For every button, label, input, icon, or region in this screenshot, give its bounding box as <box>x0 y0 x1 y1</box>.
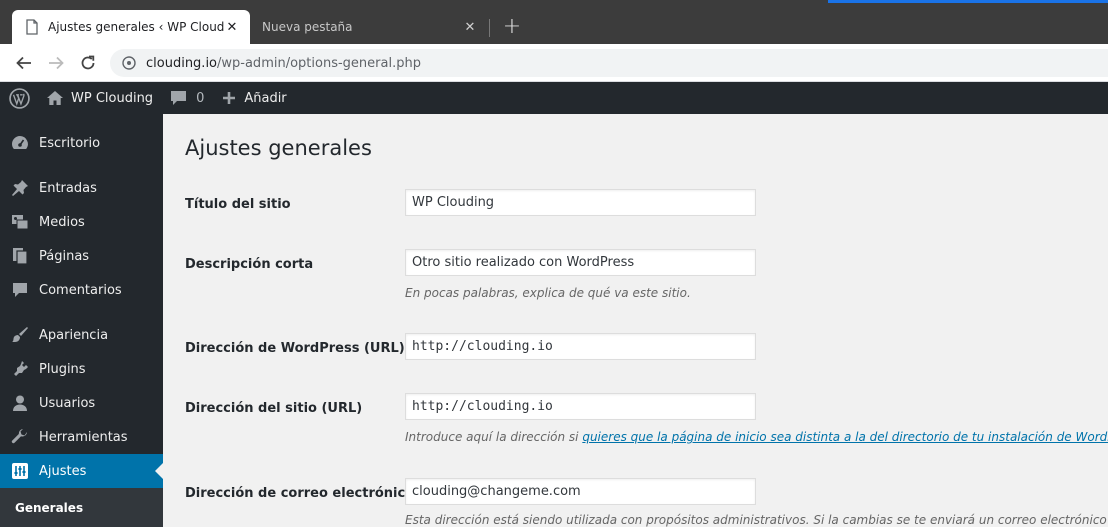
browser-tabstrip: Ajustes generales ‹ WP Clouding ✕ Nueva … <box>0 0 1108 44</box>
sidebar-item-usuarios[interactable]: Usuarios <box>0 386 163 420</box>
brush-icon <box>10 325 30 345</box>
sidebar-item-label: Escritorio <box>39 135 101 151</box>
admin-email-description: Esta dirección está siendo utilizada con… <box>405 513 1108 527</box>
site-url-input[interactable]: http://clouding.io <box>405 393 756 420</box>
wordpress-url-input[interactable]: http://clouding.io <box>405 333 756 360</box>
user-icon <box>10 393 30 413</box>
url-domain: clouding.io <box>146 55 218 71</box>
comments-link[interactable]: 0 <box>170 82 204 114</box>
sidebar-item-label: Apariencia <box>39 327 109 343</box>
close-tab-icon[interactable]: ✕ <box>224 19 240 35</box>
wordpress-logo-icon[interactable] <box>9 82 31 114</box>
reload-icon <box>81 55 95 70</box>
tab-nueva-pestana[interactable]: Nueva pestaña ✕ <box>252 10 488 44</box>
pushpin-icon <box>10 178 30 198</box>
tagline-input[interactable]: Otro sitio realizado con WordPress <box>405 249 756 276</box>
plug-icon <box>10 359 30 379</box>
tagline-description: En pocas palabras, explica de qué va est… <box>405 286 691 300</box>
home-icon <box>47 91 63 105</box>
sidebar-item-label: Comentarios <box>39 282 122 298</box>
new-tab-button[interactable]: + <box>500 15 524 39</box>
sidebar-item-label: Entradas <box>39 180 97 196</box>
pages-icon <box>10 246 30 266</box>
settings-icon <box>10 461 30 481</box>
sidebar-item-label: Usuarios <box>39 395 96 411</box>
sidebar-item-apariencia[interactable]: Apariencia <box>0 318 163 352</box>
sidebar-item-plugins[interactable]: Plugins <box>0 352 163 386</box>
tab-ajustes-generales[interactable]: Ajustes generales ‹ WP Clouding ✕ <box>12 10 250 44</box>
comment-icon <box>10 280 30 300</box>
admin-sidebar: Escritorio Entradas Medios Páginas Comen… <box>0 114 163 527</box>
url-path: /wp-admin/options-general.php <box>217 55 421 71</box>
sidebar-item-ajustes[interactable]: Ajustes <box>0 454 163 488</box>
sidebar-item-escritorio[interactable]: Escritorio <box>0 126 163 160</box>
wp-admin-bar: WP Clouding 0 Añadir <box>0 82 1108 114</box>
media-icon <box>10 212 30 232</box>
site-name-link[interactable]: WP Clouding <box>46 82 153 114</box>
arrow-right-icon <box>49 56 64 70</box>
sidebar-item-label: Ajustes <box>39 463 87 479</box>
tab-title: Ajustes generales ‹ WP Clouding <box>48 20 224 34</box>
tab-separator <box>489 19 490 37</box>
close-tab-icon[interactable]: ✕ <box>462 19 478 35</box>
window-accent <box>828 0 1108 3</box>
tab-title: Nueva pestaña <box>262 20 353 34</box>
arrow-left-icon <box>16 56 31 70</box>
admin-email-label: Dirección de correo electrónico <box>185 486 415 501</box>
plus-icon <box>223 92 236 104</box>
sidebar-item-medios[interactable]: Medios <box>0 205 163 239</box>
dashboard-icon <box>10 133 30 153</box>
site-url-description-text: Introduce aquí la dirección si <box>405 430 583 444</box>
site-url-description: Introduce aquí la dirección si quieres q… <box>405 430 1108 444</box>
sidebar-item-label: Páginas <box>39 248 90 264</box>
site-title-input[interactable]: WP Clouding <box>405 189 756 216</box>
site-url-label: Dirección del sitio (URL) <box>185 401 363 416</box>
site-info-icon[interactable] <box>122 56 136 70</box>
wordpress-url-label: Dirección de WordPress (URL) <box>185 341 405 356</box>
url-text: clouding.io/wp-admin/options-general.php <box>146 56 421 71</box>
document-icon <box>24 19 40 35</box>
submenu-item-generales[interactable]: Generales <box>15 501 83 515</box>
sidebar-item-label: Herramientas <box>39 429 128 445</box>
sidebar-item-label: Plugins <box>39 361 86 377</box>
comments-count: 0 <box>196 90 205 106</box>
admin-email-input[interactable]: clouding@changeme.com <box>405 478 756 505</box>
sidebar-item-paginas[interactable]: Páginas <box>0 239 163 273</box>
site-title-label: Título del sitio <box>185 197 291 212</box>
new-label: Añadir <box>244 90 287 106</box>
browser-toolbar: clouding.io/wp-admin/options-general.php <box>0 44 1108 82</box>
site-url-help-link[interactable]: quieres que la página de inicio sea dist… <box>582 430 1108 444</box>
reload-button[interactable] <box>76 51 100 75</box>
tagline-label: Descripción corta <box>185 257 314 272</box>
forward-button[interactable] <box>44 51 68 75</box>
site-name: WP Clouding <box>71 90 154 106</box>
sidebar-item-comentarios[interactable]: Comentarios <box>0 273 163 307</box>
main-content: Ajustes generales Título del sitio WP Cl… <box>163 114 1108 527</box>
sidebar-item-entradas[interactable]: Entradas <box>0 171 163 205</box>
wrench-icon <box>10 427 30 447</box>
page-title: Ajustes generales <box>185 136 372 160</box>
address-bar[interactable]: clouding.io/wp-admin/options-general.php <box>110 49 1108 77</box>
settings-submenu: Generales <box>0 488 163 527</box>
back-button[interactable] <box>12 51 36 75</box>
comment-bubble-icon <box>171 91 187 105</box>
new-content-link[interactable]: Añadir <box>222 82 287 114</box>
sidebar-item-label: Medios <box>39 214 85 230</box>
sidebar-item-herramientas[interactable]: Herramientas <box>0 420 163 454</box>
